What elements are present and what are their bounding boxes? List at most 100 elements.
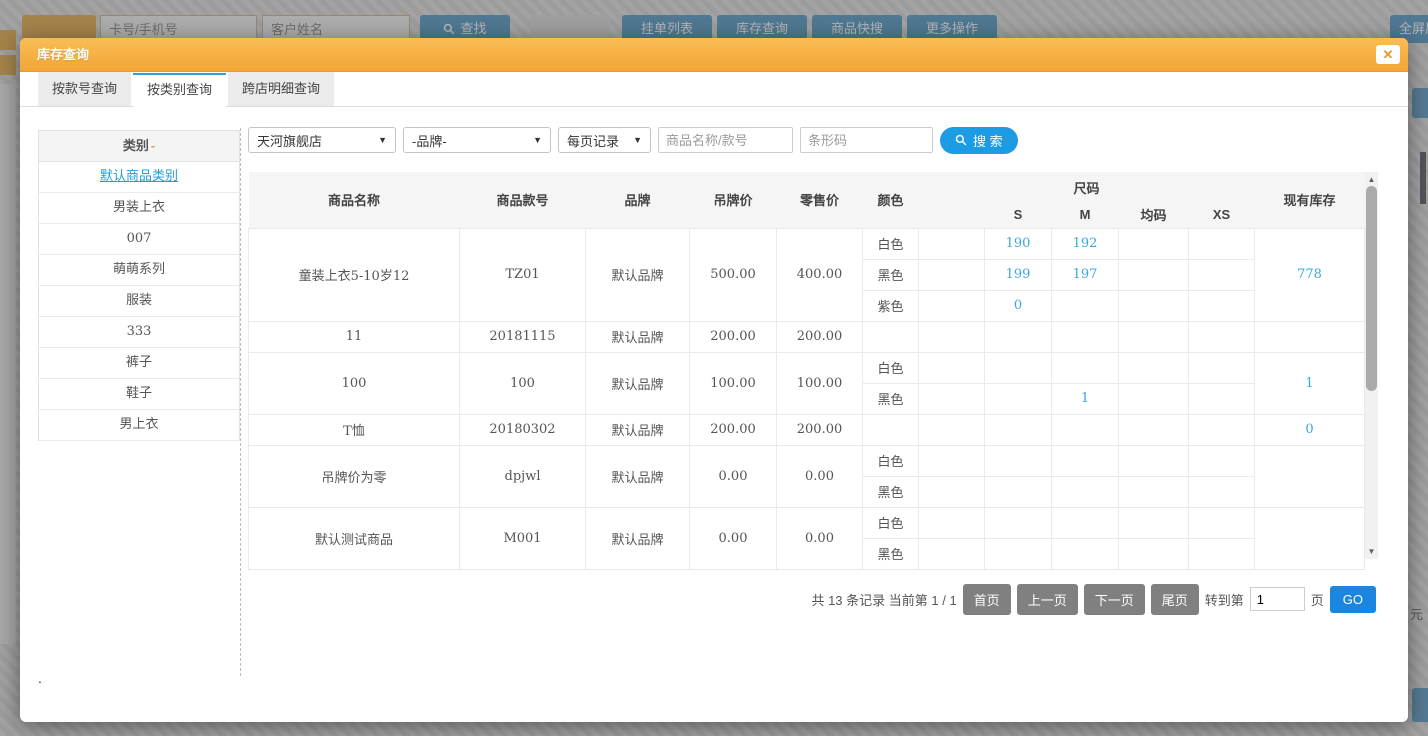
first-page-button[interactable]: 首页 [963, 584, 1011, 615]
brand-select[interactable]: -品牌- ▼ [403, 127, 551, 153]
cell-size-qty [1052, 352, 1119, 383]
category-item[interactable]: 裤子 [39, 348, 239, 379]
table-scrollbar[interactable]: ▲ ▼ [1365, 172, 1378, 559]
cell-size-qty [1189, 290, 1255, 321]
cell-size-qty [1119, 321, 1189, 352]
brand-select-value: -品牌- [412, 131, 447, 150]
cell-size-qty [1052, 414, 1119, 445]
sidebar-divider [240, 128, 241, 676]
cell-size-qty [919, 538, 985, 569]
size-col-header: S [985, 202, 1052, 228]
cell-size-qty [1052, 321, 1119, 352]
cell-retail-price: 0.00 [777, 507, 863, 569]
cell-size-qty [919, 476, 985, 507]
cell-size-qty [919, 352, 985, 383]
goto-page-input[interactable] [1250, 587, 1305, 611]
cell-color: 紫色 [863, 290, 919, 321]
page-size-select[interactable]: 每页记录 ▼ [558, 127, 651, 153]
goto-suffix-label: 页 [1311, 590, 1324, 609]
cell-size-qty [919, 445, 985, 476]
cell-size-qty [919, 290, 985, 321]
cell-size-qty: 1 [1052, 383, 1119, 414]
cell-tag-price: 0.00 [690, 445, 777, 507]
cell-retail-price: 200.00 [777, 414, 863, 445]
category-item[interactable]: 服装 [39, 286, 239, 317]
scrollbar-thumb[interactable] [1366, 186, 1377, 391]
cell-product-name: 吊牌价为零 [249, 445, 460, 507]
inventory-table: 商品名称商品款号品牌吊牌价零售价颜色尺码现有库存SM均码XS 童装上衣5-10岁… [248, 172, 1365, 570]
modal-header[interactable]: 库存查询 ✕ [20, 38, 1408, 72]
cell-size-qty [985, 476, 1052, 507]
cell-tag-price: 500.00 [690, 228, 777, 321]
table-row: 童装上衣5-10岁12TZ01默认品牌500.00400.00白色1901927… [249, 228, 1365, 259]
cell-brand: 默认品牌 [586, 507, 690, 569]
category-item[interactable]: 男上衣 [39, 410, 239, 441]
category-header[interactable]: 类别- [39, 131, 239, 162]
cell-size-qty [1189, 507, 1255, 538]
cell-size-qty: 199 [985, 259, 1052, 290]
cell-size-qty [1189, 383, 1255, 414]
search-button-label: 搜 索 [973, 131, 1003, 150]
size-col-header: M [1052, 202, 1119, 228]
prev-page-button[interactable]: 上一页 [1017, 584, 1078, 615]
category-item[interactable]: 007 [39, 224, 239, 255]
cell-product-name: 默认测试商品 [249, 507, 460, 569]
table-row: 100100默认品牌100.00100.00白色1 [249, 352, 1365, 383]
col-header: 吊牌价 [690, 172, 777, 228]
category-item[interactable]: 默认商品类别 [39, 162, 239, 193]
close-icon[interactable]: ✕ [1376, 45, 1400, 64]
search-button[interactable]: 搜 索 [940, 127, 1018, 154]
tab-0[interactable]: 按款号查询 [38, 72, 131, 106]
go-button[interactable]: GO [1330, 586, 1376, 613]
product-name-input[interactable] [658, 127, 793, 153]
tab-2[interactable]: 跨店明细查询 [228, 72, 334, 106]
category-item[interactable]: 萌萌系列 [39, 255, 239, 286]
table-row: T恤20180302默认品牌200.00200.000 [249, 414, 1365, 445]
next-page-button[interactable]: 下一页 [1084, 584, 1145, 615]
scroll-up-icon[interactable]: ▲ [1365, 173, 1378, 186]
collapse-icon[interactable]: - [151, 138, 155, 153]
tab-1[interactable]: 按类别查询 [133, 73, 226, 107]
page-size-select-value: 每页记录 [567, 131, 619, 150]
cell-size-qty [985, 538, 1052, 569]
col-header: 商品款号 [460, 172, 586, 228]
cell-size-qty [985, 352, 1052, 383]
chevron-down-icon: ▼ [533, 135, 542, 145]
cell-size-qty [1052, 445, 1119, 476]
category-item[interactable]: 男装上衣 [39, 193, 239, 224]
table-header-row: 商品名称商品款号品牌吊牌价零售价颜色尺码现有库存 [249, 172, 1365, 202]
cell-size-qty [1052, 507, 1119, 538]
cell-stock [1255, 321, 1365, 352]
cell-size-qty: 197 [1052, 259, 1119, 290]
cell-product-name: 童装上衣5-10岁12 [249, 228, 460, 321]
cell-product-code: dpjwl [460, 445, 586, 507]
store-select[interactable]: 天河旗舰店 ▼ [248, 127, 396, 153]
cell-stock: 1 [1255, 352, 1365, 414]
cell-size-qty [919, 414, 985, 445]
cell-brand: 默认品牌 [586, 445, 690, 507]
cell-size-qty: 190 [985, 228, 1052, 259]
scroll-down-icon[interactable]: ▼ [1365, 545, 1378, 558]
col-header: 颜色 [863, 172, 919, 228]
last-page-button[interactable]: 尾页 [1151, 584, 1199, 615]
table-zone: 商品名称商品款号品牌吊牌价零售价颜色尺码现有库存SM均码XS 童装上衣5-10岁… [248, 172, 1378, 570]
cell-size-qty [919, 321, 985, 352]
cell-size-qty [1119, 259, 1189, 290]
category-list: 默认商品类别男装上衣007萌萌系列服装333裤子鞋子男上衣 [39, 162, 239, 441]
cell-product-code: 20180302 [460, 414, 586, 445]
table-row: 吊牌价为零dpjwl默认品牌0.000.00白色 [249, 445, 1365, 476]
category-item[interactable]: 鞋子 [39, 379, 239, 410]
col-header: 品牌 [586, 172, 690, 228]
cell-brand: 默认品牌 [586, 414, 690, 445]
size-col-header: XS [1189, 202, 1255, 228]
search-icon [955, 134, 967, 146]
store-select-value: 天河旗舰店 [257, 131, 322, 150]
category-item[interactable]: 333 [39, 317, 239, 348]
cell-size-qty [1052, 476, 1119, 507]
table-body: 童装上衣5-10岁12TZ01默认品牌500.00400.00白色1901927… [249, 228, 1365, 569]
cell-size-qty [1189, 321, 1255, 352]
cell-size-qty [1052, 538, 1119, 569]
cell-size-qty [1189, 445, 1255, 476]
barcode-input[interactable] [800, 127, 933, 153]
cell-stock [1255, 507, 1365, 569]
